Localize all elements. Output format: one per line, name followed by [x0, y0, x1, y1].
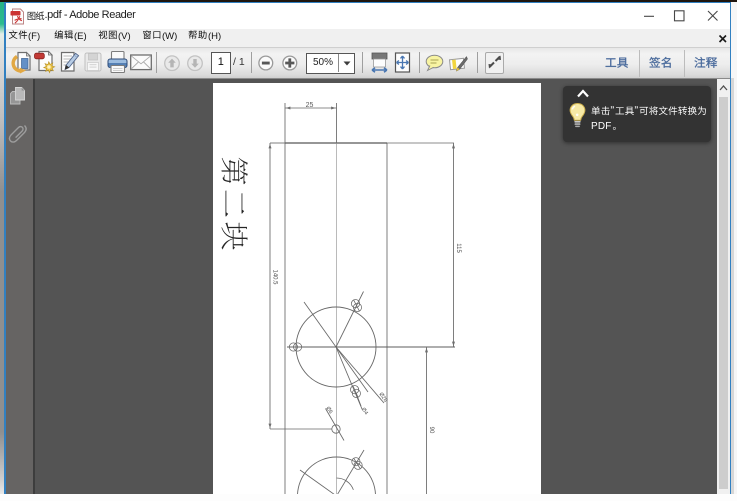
svg-text:Ø6: Ø6 — [324, 406, 333, 415]
svg-text:25: 25 — [306, 102, 314, 109]
svg-text:90: 90 — [428, 427, 434, 434]
svg-text:115: 115 — [455, 243, 461, 253]
svg-text:Ø4: Ø4 — [360, 407, 369, 416]
svg-text:140.5: 140.5 — [272, 269, 278, 285]
